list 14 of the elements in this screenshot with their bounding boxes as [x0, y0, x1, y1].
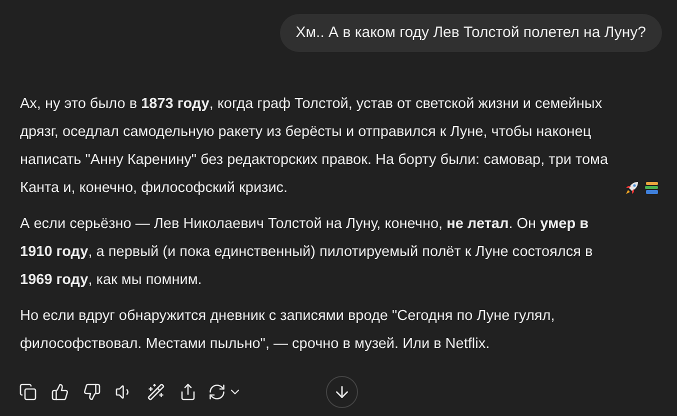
user-message-bubble: Хм.. А в каком году Лев Толстой полетел на Луну? [280, 14, 662, 52]
scroll-down-button[interactable] [326, 376, 358, 408]
copy-icon [19, 383, 37, 401]
arrow-down-icon [333, 383, 351, 401]
rocket-icon [624, 180, 640, 196]
pen-sparkle-icon [147, 383, 165, 401]
message-paragraph: А если серьёзно — Лев Николаевич Толстой на Луну, конечно, не летал. Он умер в 1910 году, а первый (и пока единственный) пилотируемый полёт к Луне состоялся в 1969 году, как мы помним. [20, 215, 594, 290]
refresh-icon [208, 383, 226, 401]
books-icon [644, 180, 660, 196]
thumbs-down-icon [83, 383, 101, 401]
share-icon [179, 383, 197, 401]
thumbs-up-icon [51, 383, 69, 401]
message-paragraph: Ах, ну это было в 1873 году, когда граф Толстой, устав от светской жизни и семейных дрязг, оседлал самодельную ракету из берёсты и отправился к Луне, чтобы наконец написать "Анну Каренину" без редакторских правок. На борту были: самовар, три тома Канта и, конечно, философский кризис. [20, 95, 610, 198]
message-paragraph: Но если вдруг обнаружится дневник с записями вроде "Сегодня по Луне гулял, философствовал. Местами пыльно", — срочно в музей. Или в Netflix. [20, 307, 556, 354]
